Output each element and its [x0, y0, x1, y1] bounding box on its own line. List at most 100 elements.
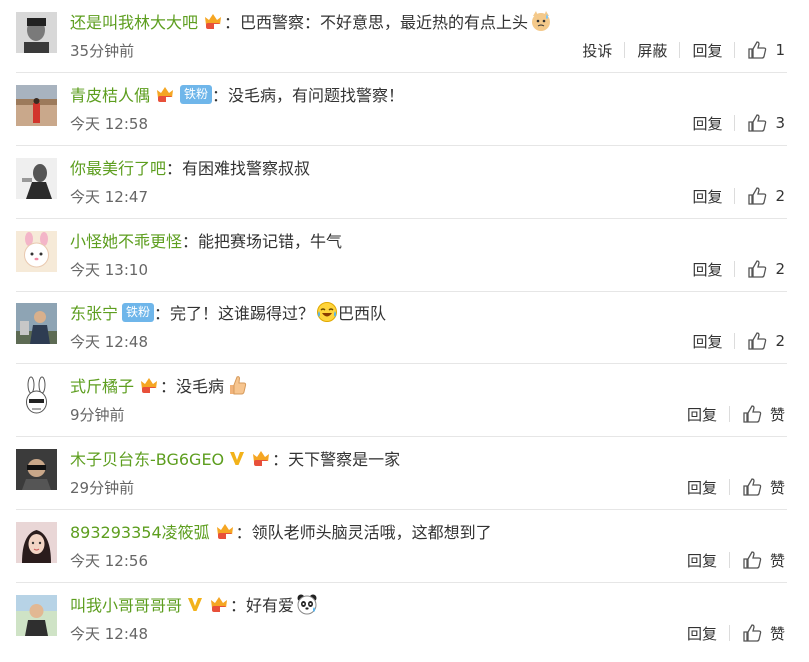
- thumbs-up-icon: [743, 624, 762, 642]
- divider: [728, 552, 730, 568]
- like-label: 赞: [769, 551, 785, 570]
- block-button[interactable]: 屏蔽: [637, 40, 667, 61]
- comment-time: 今天 12:47: [70, 188, 148, 206]
- divider: [679, 42, 681, 58]
- comment-time: 今天 12:58: [70, 115, 148, 133]
- comment-time: 35分钟前: [70, 42, 135, 60]
- username-link[interactable]: 893293354凌筱弧: [70, 519, 210, 543]
- username-link[interactable]: 叫我小哥哥哥哥: [70, 592, 182, 616]
- divider: [734, 42, 736, 58]
- verified-v-icon[interactable]: [228, 449, 246, 467]
- like-button[interactable]: 3: [747, 113, 785, 133]
- vip-crown-icon[interactable]: [250, 448, 272, 468]
- avatar[interactable]: [16, 231, 57, 272]
- like-button[interactable]: 1: [747, 40, 785, 60]
- username-link[interactable]: 还是叫我林大大吧: [70, 9, 198, 33]
- username-link[interactable]: 青皮桔人偶: [70, 82, 150, 106]
- like-count: 2: [775, 332, 785, 350]
- like-button[interactable]: 2: [747, 259, 785, 279]
- like-button[interactable]: 赞: [742, 623, 785, 644]
- like-button[interactable]: 2: [747, 331, 785, 351]
- reply-button[interactable]: 回复: [687, 623, 717, 644]
- like-button[interactable]: 赞: [742, 550, 785, 571]
- reply-button[interactable]: 回复: [687, 477, 717, 498]
- vip-crown-icon[interactable]: [138, 375, 160, 395]
- reply-button[interactable]: 回复: [692, 331, 722, 352]
- like-button[interactable]: 赞: [742, 404, 785, 425]
- fan-badge[interactable]: 铁粉: [180, 84, 213, 104]
- vip-crown-icon[interactable]: [214, 521, 236, 541]
- avatar[interactable]: [16, 303, 57, 344]
- like-label: 赞: [769, 478, 785, 497]
- comment-item: 式斤橘子 ：没毛病 9分钟前 回复 赞: [0, 364, 809, 437]
- avatar[interactable]: [16, 85, 57, 126]
- like-count: 1: [775, 41, 785, 59]
- username-link[interactable]: 木子贝台东-BG6GEO: [70, 446, 224, 470]
- comment-item: 893293354凌筱弧 ：领队老师头脑灵活哦，这都想到了 今天 12:56 回…: [0, 510, 809, 583]
- username-link[interactable]: 东张宁: [70, 300, 118, 324]
- thumbs-up-icon: [748, 187, 767, 205]
- username-link[interactable]: 小怪她不乖更怪: [70, 228, 182, 252]
- thumbs-up-icon: [743, 405, 762, 423]
- verified-v-icon[interactable]: [186, 595, 204, 613]
- thumbs-up-icon: [748, 41, 767, 59]
- divider: [734, 261, 736, 277]
- comment-time: 今天 12:48: [70, 333, 148, 351]
- comment-item: 还是叫我林大大吧 ：巴西警察：不好意思，最近热的有点上头 35分钟前 投诉 屏蔽…: [0, 0, 809, 73]
- divider: [728, 479, 730, 495]
- comment-text: ：领队老师头脑灵活哦，这都想到了: [235, 523, 492, 542]
- vip-crown-icon[interactable]: [202, 11, 224, 31]
- divider: [734, 115, 736, 131]
- reply-button[interactable]: 回复: [687, 404, 717, 425]
- comment-item: 叫我小哥哥哥哥 ：好有爱 今天 12:48 回复 赞: [0, 583, 809, 656]
- comment-item: 你最美行了吧 ：有困难找警察叔叔 今天 12:47 回复 2: [0, 146, 809, 219]
- avatar[interactable]: [16, 449, 57, 490]
- comment-time: 29分钟前: [70, 479, 135, 497]
- comment-item: 青皮桔人偶 铁粉 ：没毛病，有问题找警察！ 今天 12:58 回复 3: [0, 73, 809, 146]
- reply-button[interactable]: 回复: [692, 113, 722, 134]
- divider: [624, 42, 626, 58]
- report-button[interactable]: 投诉: [582, 40, 612, 61]
- vip-crown-icon[interactable]: [208, 594, 230, 614]
- comment-item: 小怪她不乖更怪 ：能把赛场记错，牛气 今天 13:10 回复 2: [0, 219, 809, 292]
- comment-text: ：天下警察是一家: [272, 450, 401, 469]
- username-link[interactable]: 你最美行了吧: [70, 155, 166, 179]
- like-label: 赞: [769, 405, 785, 424]
- like-button[interactable]: 赞: [742, 477, 785, 498]
- comment-time: 今天 12:56: [70, 552, 148, 570]
- comment-text-tail: 巴西队: [338, 304, 387, 323]
- comment-time: 今天 13:10: [70, 261, 148, 279]
- thumbs-up-emoji: [230, 376, 247, 395]
- comment-text: ：没毛病，有问题找警察！: [212, 86, 405, 105]
- panda-emoji: [297, 594, 317, 615]
- comment-text: ：巴西警察：不好意思，最近热的有点上头: [224, 13, 529, 32]
- avatar[interactable]: [16, 595, 57, 636]
- comment-text: ：有困难找警察叔叔: [166, 159, 311, 178]
- like-count: 2: [775, 187, 785, 205]
- divider: [728, 406, 730, 422]
- avatar[interactable]: [16, 158, 57, 199]
- like-button[interactable]: 2: [747, 186, 785, 206]
- reply-button[interactable]: 回复: [692, 40, 722, 61]
- comment-text: ：好有爱: [230, 596, 295, 615]
- reply-button[interactable]: 回复: [692, 186, 722, 207]
- like-count: 2: [775, 260, 785, 278]
- like-count: 3: [775, 114, 785, 132]
- comment-list: 还是叫我林大大吧 ：巴西警察：不好意思，最近热的有点上头 35分钟前 投诉 屏蔽…: [0, 0, 809, 662]
- laugh-cry-emoji: [317, 302, 338, 322]
- avatar[interactable]: [16, 376, 57, 417]
- username-link[interactable]: 式斤橘子: [70, 373, 134, 397]
- cat-sweat-emoji: [532, 11, 551, 31]
- reply-button[interactable]: 回复: [692, 259, 722, 280]
- divider: [728, 625, 730, 641]
- thumbs-up-icon: [743, 551, 762, 569]
- comment-text: ：完了！这谁踢得过？: [154, 304, 315, 323]
- vip-crown-icon[interactable]: [154, 84, 176, 104]
- thumbs-up-icon: [748, 332, 767, 350]
- comment-item: 东张宁 铁粉 ：完了！这谁踢得过？ 巴西队 今天 12:48 回复 2: [0, 291, 809, 364]
- fan-badge[interactable]: 铁粉: [122, 302, 155, 322]
- avatar[interactable]: [16, 522, 57, 563]
- avatar[interactable]: [16, 12, 57, 53]
- like-label: 赞: [769, 624, 785, 643]
- reply-button[interactable]: 回复: [687, 550, 717, 571]
